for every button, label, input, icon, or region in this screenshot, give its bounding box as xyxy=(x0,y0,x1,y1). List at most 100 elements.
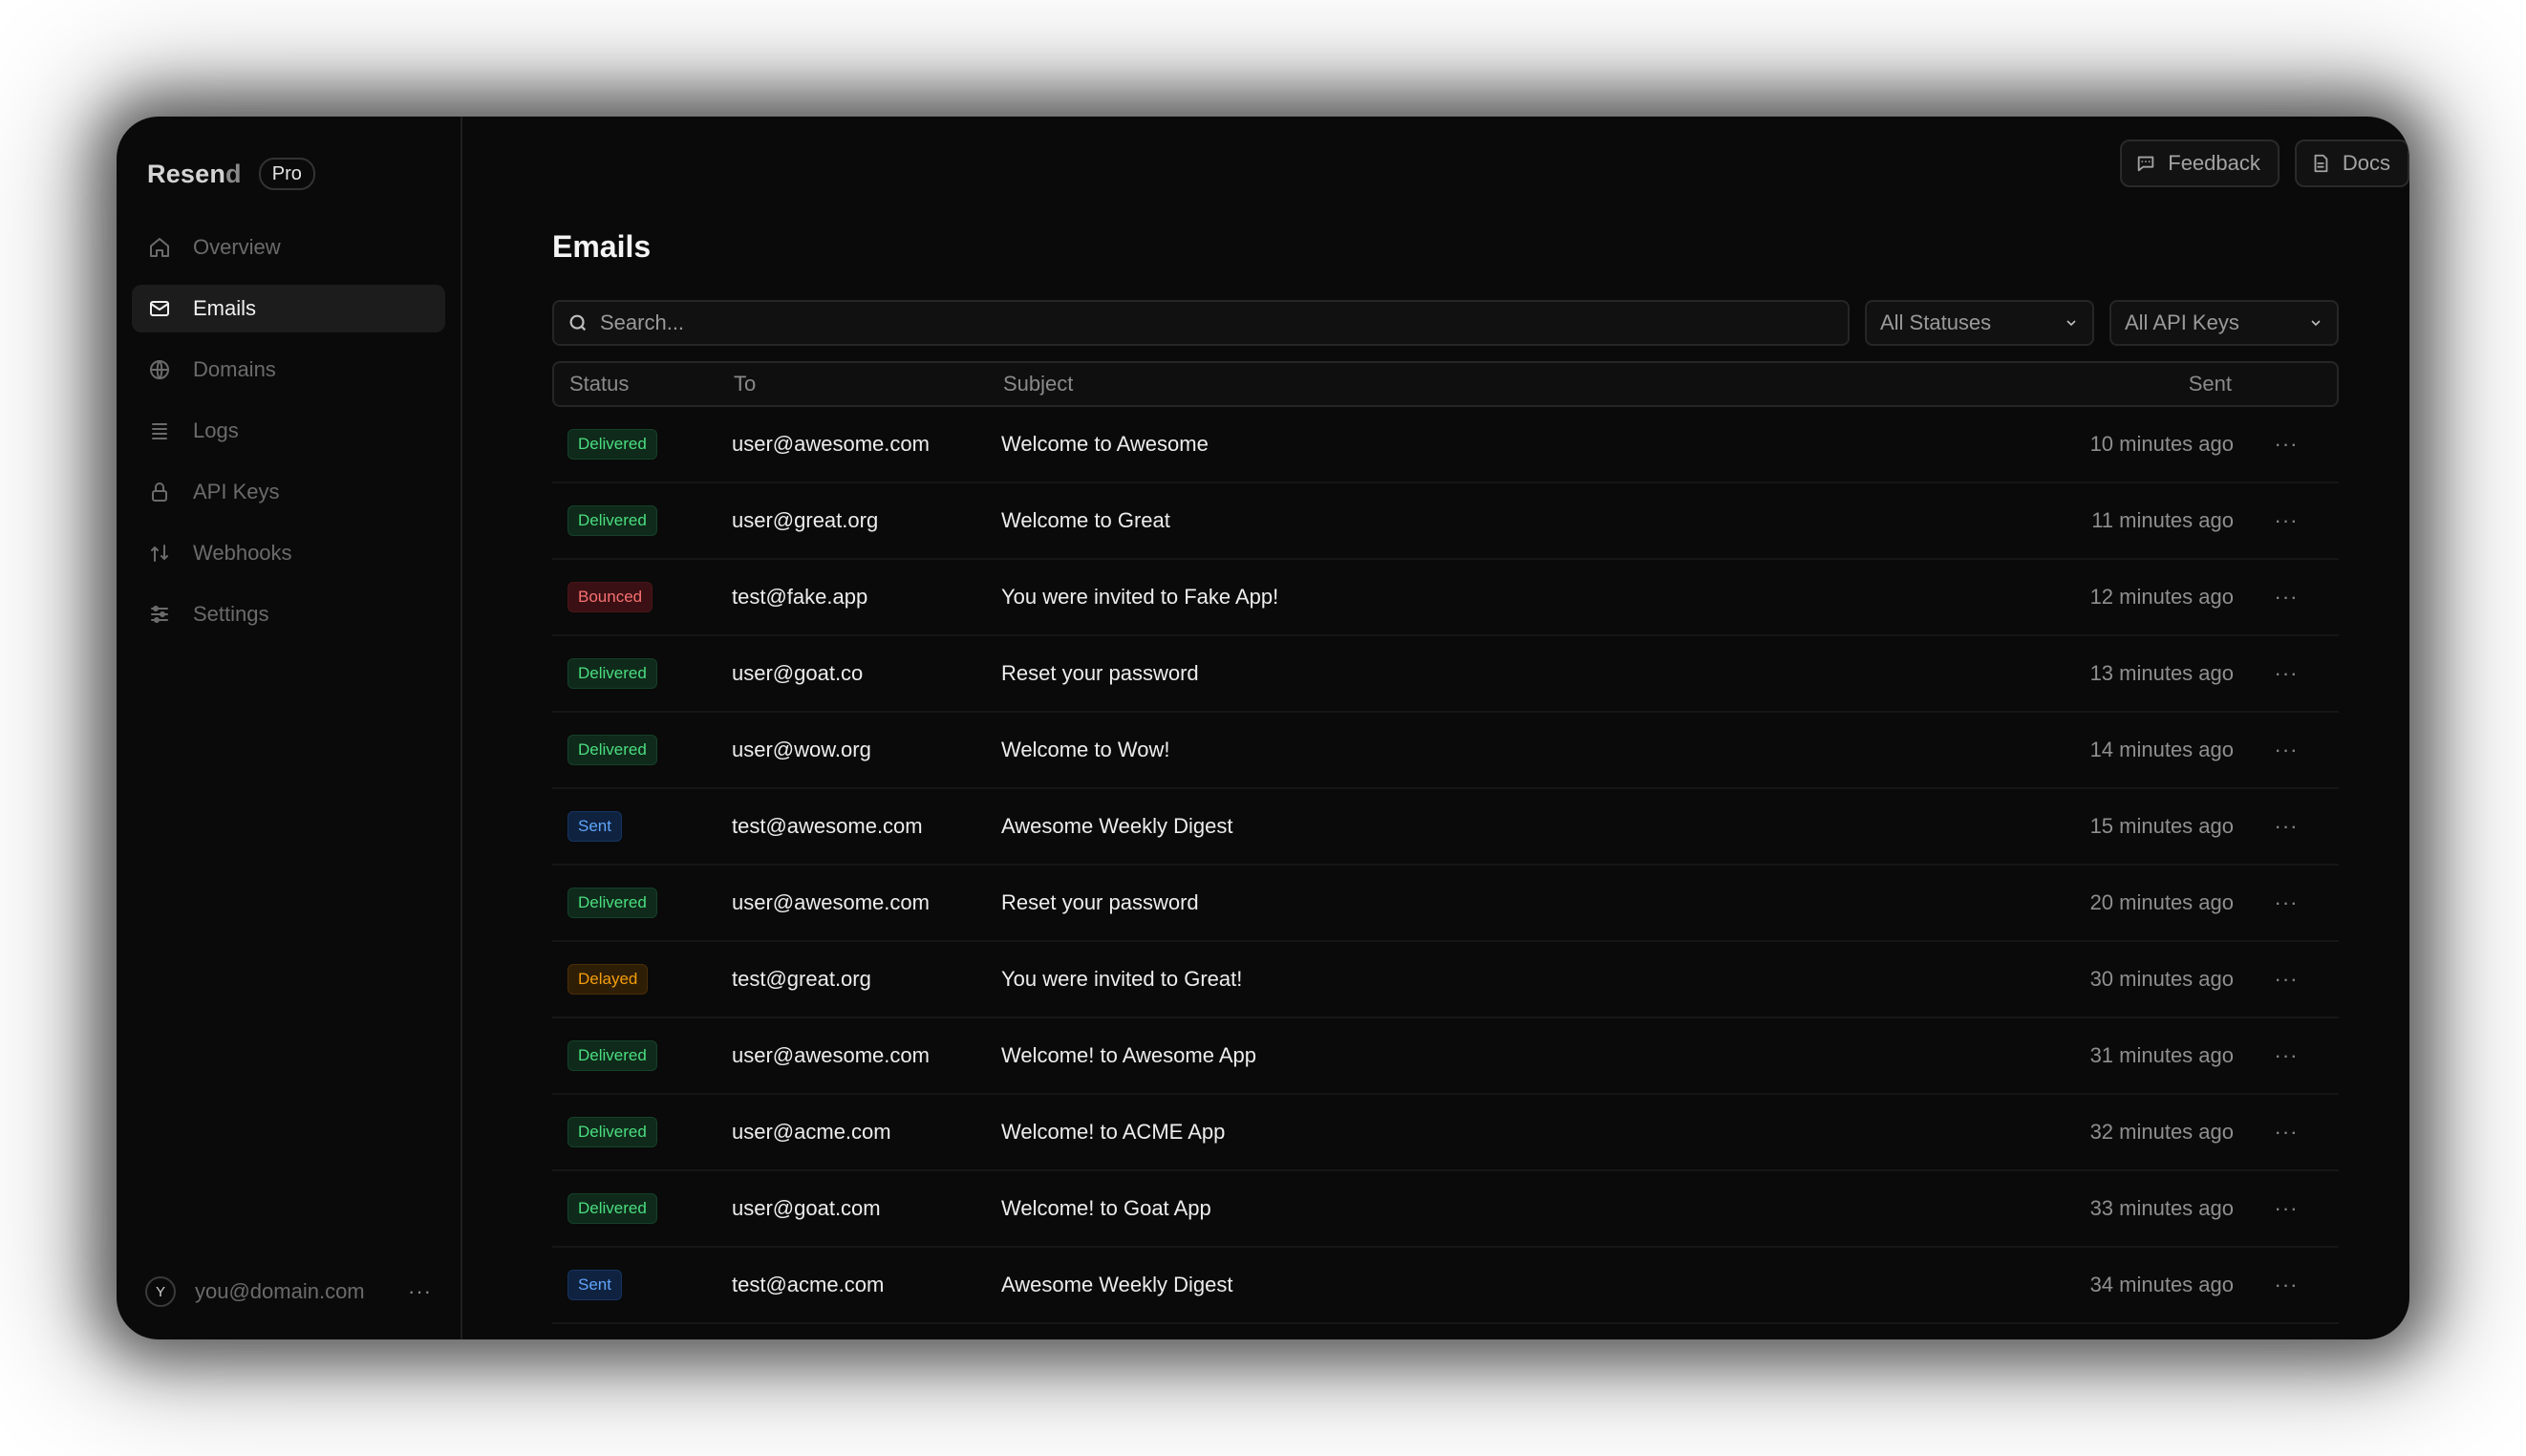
docs-button[interactable]: Docs xyxy=(2294,139,2409,187)
document-icon xyxy=(2310,153,2331,174)
row-more-button[interactable]: ··· xyxy=(2234,814,2339,839)
user-email: you@domain.com xyxy=(195,1279,365,1303)
webhook-icon xyxy=(147,541,172,566)
recipient-cell: test@great.org xyxy=(732,967,871,991)
subject-cell: Welcome to Wow! xyxy=(1001,738,1170,761)
status-badge: Delivered xyxy=(567,1040,657,1071)
user-menu[interactable]: Y you@domain.com ··· xyxy=(145,1276,432,1307)
subject-cell: You were invited to Great! xyxy=(1001,967,1243,991)
sent-cell: 15 minutes ago xyxy=(2089,814,2234,838)
table-row[interactable]: Bounced test@fake.app You were invited to … xyxy=(552,560,2339,636)
table-row[interactable]: Delivered user@wow.org Welcome to Wow! 14 m… xyxy=(552,713,2339,789)
sidebar-item-label: Emails xyxy=(193,296,257,320)
table-row[interactable]: Sent test@awesome.com Awesome Weekly Diges… xyxy=(552,789,2339,866)
main-content: Feedback Docs Emails Search... All Statu… xyxy=(462,117,2409,1339)
column-header-subject[interactable]: Subject xyxy=(1003,372,2041,396)
search-placeholder: Search... xyxy=(600,310,685,334)
status-cell: Delivered xyxy=(552,429,732,460)
subject-cell: Awesome Weekly Digest xyxy=(1001,814,1233,838)
column-header-to[interactable]: To xyxy=(734,372,1003,396)
subject-cell: Welcome to Awesome xyxy=(1001,432,1209,456)
status-cell: Delivered xyxy=(552,888,732,918)
brand-logo[interactable]: Resend xyxy=(147,160,242,189)
avatar: Y xyxy=(145,1276,176,1307)
sidebar-item-logs[interactable]: Logs xyxy=(132,407,445,455)
sidebar-item-label: API Keys xyxy=(193,480,280,503)
sidebar-item-label: Webhooks xyxy=(193,541,292,565)
table-header: Status To Subject Sent xyxy=(552,361,2339,407)
api-key-select-value: All API Keys xyxy=(2125,310,2239,334)
table-row[interactable]: Delivered user@awesome.com Welcome! to Awe… xyxy=(552,1018,2339,1095)
subject-cell: Welcome! to Goat App xyxy=(1001,1196,1211,1220)
sidebar-item-overview[interactable]: Overview xyxy=(132,224,445,271)
more-icon[interactable]: ··· xyxy=(408,1279,432,1304)
subject-cell: Welcome! to ACME App xyxy=(1001,1120,1226,1144)
recipient-cell: user@wow.org xyxy=(732,738,871,761)
recipient-cell: user@awesome.com xyxy=(732,1043,930,1067)
row-more-button[interactable]: ··· xyxy=(2234,967,2339,992)
row-more-button[interactable]: ··· xyxy=(2234,890,2339,915)
sidebar-item-emails[interactable]: Emails xyxy=(132,285,445,332)
status-select-value: All Statuses xyxy=(1880,310,1992,334)
search-icon xyxy=(569,314,587,332)
status-badge: Delayed xyxy=(567,964,649,995)
row-more-button[interactable]: ··· xyxy=(2234,1120,2339,1145)
table-row[interactable]: Delivered user@awesome.com Reset your pass… xyxy=(552,866,2339,942)
table-row[interactable]: Delivered user@goat.co Reset your password… xyxy=(552,636,2339,713)
header-actions: Feedback Docs xyxy=(2120,139,2409,187)
recipient-cell: user@awesome.com xyxy=(732,890,930,914)
status-badge: Sent xyxy=(567,1270,622,1300)
recipient-cell: user@great.org xyxy=(732,508,879,532)
table-row[interactable]: Delayed test@great.org You were invited to… xyxy=(552,942,2339,1018)
recipient-cell: user@goat.com xyxy=(732,1196,881,1220)
subject-cell: You were invited to Fake App! xyxy=(1001,585,1279,609)
logs-icon xyxy=(147,418,172,443)
sidebar-item-domains[interactable]: Domains xyxy=(132,346,445,394)
sidebar-item-webhooks[interactable]: Webhooks xyxy=(132,529,445,577)
row-more-button[interactable]: ··· xyxy=(2234,432,2339,457)
row-more-button[interactable]: ··· xyxy=(2234,1043,2339,1068)
table-row[interactable]: Delivered user@acme.com Welcome! to ACME A… xyxy=(552,1095,2339,1171)
table-row[interactable]: Delivered user@awesome.com Welcome to Awes… xyxy=(552,407,2339,483)
status-cell: Delivered xyxy=(552,505,732,536)
search-input[interactable]: Search... xyxy=(552,300,1850,346)
recipient-cell: user@awesome.com xyxy=(732,432,930,456)
row-more-button[interactable]: ··· xyxy=(2234,738,2339,762)
plan-badge: Pro xyxy=(258,158,315,190)
sidebar-item-api-keys[interactable]: API Keys xyxy=(132,468,445,516)
feedback-button[interactable]: Feedback xyxy=(2120,139,2280,187)
chevron-down-icon xyxy=(2311,320,2321,327)
subject-cell: Awesome Weekly Digest xyxy=(1001,1273,1233,1296)
globe-icon xyxy=(147,357,172,382)
status-badge: Bounced xyxy=(567,582,653,612)
status-select[interactable]: All Statuses xyxy=(1865,300,2094,346)
lock-icon xyxy=(147,480,172,504)
chevron-down-icon xyxy=(2066,320,2076,327)
status-badge: Sent xyxy=(567,811,622,842)
column-header-sent[interactable]: Sent xyxy=(2041,372,2232,396)
row-more-button[interactable]: ··· xyxy=(2234,585,2339,610)
sent-cell: 30 minutes ago xyxy=(2089,967,2234,991)
recipient-cell: test@acme.com xyxy=(732,1273,885,1296)
column-header-status[interactable]: Status xyxy=(554,372,734,396)
table-row[interactable]: Delivered user@great.org Welcome to Great 1… xyxy=(552,483,2339,560)
sent-cell: 33 minutes ago xyxy=(2089,1196,2234,1220)
row-more-button[interactable]: ··· xyxy=(2234,1273,2339,1297)
sent-cell: 12 minutes ago xyxy=(2089,585,2234,609)
recipient-cell: user@goat.co xyxy=(732,661,864,685)
row-more-button[interactable]: ··· xyxy=(2234,508,2339,533)
row-more-button[interactable]: ··· xyxy=(2234,1196,2339,1221)
row-more-button[interactable]: ··· xyxy=(2234,661,2339,686)
api-key-select[interactable]: All API Keys xyxy=(2109,300,2339,346)
sidebar-item-settings[interactable]: Settings xyxy=(132,590,445,638)
sent-cell: 13 minutes ago xyxy=(2089,661,2234,685)
sent-cell: 31 minutes ago xyxy=(2089,1043,2234,1067)
subject-cell: Reset your password xyxy=(1001,661,1199,685)
status-cell: Delivered xyxy=(552,1193,732,1224)
docs-label: Docs xyxy=(2342,151,2390,175)
status-badge: Delivered xyxy=(567,658,657,689)
recipient-cell: user@acme.com xyxy=(732,1120,891,1144)
table-row[interactable]: Delivered user@goat.com Welcome! to Goat A… xyxy=(552,1171,2339,1248)
table-row[interactable]: Sent test@acme.com Awesome Weekly Digest 34… xyxy=(552,1248,2339,1324)
status-cell: Bounced xyxy=(552,582,732,612)
